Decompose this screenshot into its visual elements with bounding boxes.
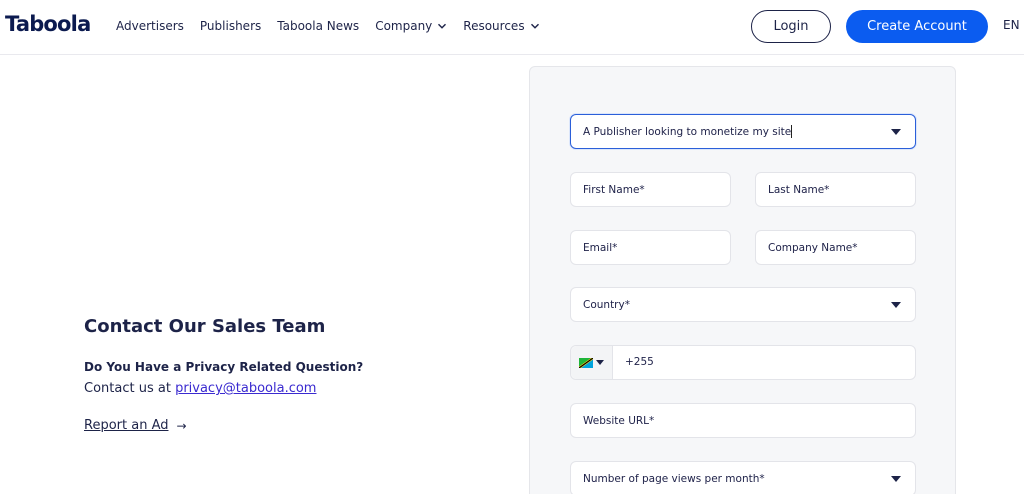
caret-down-icon xyxy=(891,302,901,308)
nav-taboola-news-label: Taboola News xyxy=(277,19,360,33)
chevron-down-icon xyxy=(438,23,447,29)
report-ad-label: Report an Ad xyxy=(84,418,169,433)
contact-prefix: Contact us at xyxy=(84,381,176,396)
country-select[interactable]: Country* xyxy=(570,287,916,322)
caret-down-icon xyxy=(891,476,901,482)
nav-resources[interactable]: Resources xyxy=(463,19,539,33)
email-field[interactable]: Email* xyxy=(570,230,731,265)
privacy-question: Do You Have a Privacy Related Question? xyxy=(84,360,364,374)
contact-title: Contact Our Sales Team xyxy=(84,316,326,337)
create-account-button[interactable]: Create Account xyxy=(846,10,988,43)
arrow-right-icon: → xyxy=(176,418,187,433)
email-placeholder: Email* xyxy=(583,241,618,254)
company-name-placeholder: Company Name* xyxy=(768,241,858,254)
phone-field[interactable]: +255 xyxy=(570,345,916,380)
main-nav: Advertisers Publishers Taboola News Comp… xyxy=(116,0,556,52)
website-url-field[interactable]: Website URL* xyxy=(570,403,916,438)
website-url-placeholder: Website URL* xyxy=(583,414,655,427)
first-name-placeholder: First Name* xyxy=(583,183,645,196)
country-placeholder: Country* xyxy=(583,298,630,311)
nav-company-label: Company xyxy=(375,19,433,33)
nav-resources-label: Resources xyxy=(463,19,525,33)
page-views-placeholder: Number of page views per month* xyxy=(583,472,765,485)
role-select-value: A Publisher looking to monetize my site xyxy=(583,125,792,138)
phone-value: +255 xyxy=(625,356,654,368)
taboola-logo[interactable]: Taboola xyxy=(5,12,91,36)
nav-publishers[interactable]: Publishers xyxy=(200,19,261,33)
nav-company[interactable]: Company xyxy=(375,19,447,33)
company-name-field[interactable]: Company Name* xyxy=(755,230,916,265)
tanzania-flag-icon xyxy=(579,357,593,368)
contact-form-panel: A Publisher looking to monetize my site … xyxy=(529,66,956,494)
privacy-email-link[interactable]: privacy@taboola.com xyxy=(175,381,316,396)
phone-country-dropdown[interactable] xyxy=(571,346,613,379)
caret-down-icon xyxy=(891,129,901,135)
nav-advertisers-label: Advertisers xyxy=(116,19,184,33)
nav-taboola-news[interactable]: Taboola News xyxy=(277,19,359,33)
site-header: Taboola Advertisers Publishers Taboola N… xyxy=(0,0,1024,55)
login-button[interactable]: Login xyxy=(751,10,831,43)
contact-line: Contact us at privacy@taboola.com xyxy=(84,381,316,396)
report-ad-link[interactable]: Report an Ad → xyxy=(84,418,187,433)
last-name-placeholder: Last Name* xyxy=(768,183,830,196)
last-name-field[interactable]: Last Name* xyxy=(755,172,916,207)
caret-down-icon xyxy=(596,360,604,365)
first-name-field[interactable]: First Name* xyxy=(570,172,731,207)
nav-publishers-label: Publishers xyxy=(199,19,262,33)
text-cursor xyxy=(791,125,793,138)
role-select[interactable]: A Publisher looking to monetize my site xyxy=(570,114,916,149)
chevron-down-icon xyxy=(530,23,539,29)
nav-advertisers[interactable]: Advertisers xyxy=(116,19,184,33)
language-selector[interactable]: EN xyxy=(1003,18,1020,32)
page-views-select[interactable]: Number of page views per month* xyxy=(570,461,916,494)
